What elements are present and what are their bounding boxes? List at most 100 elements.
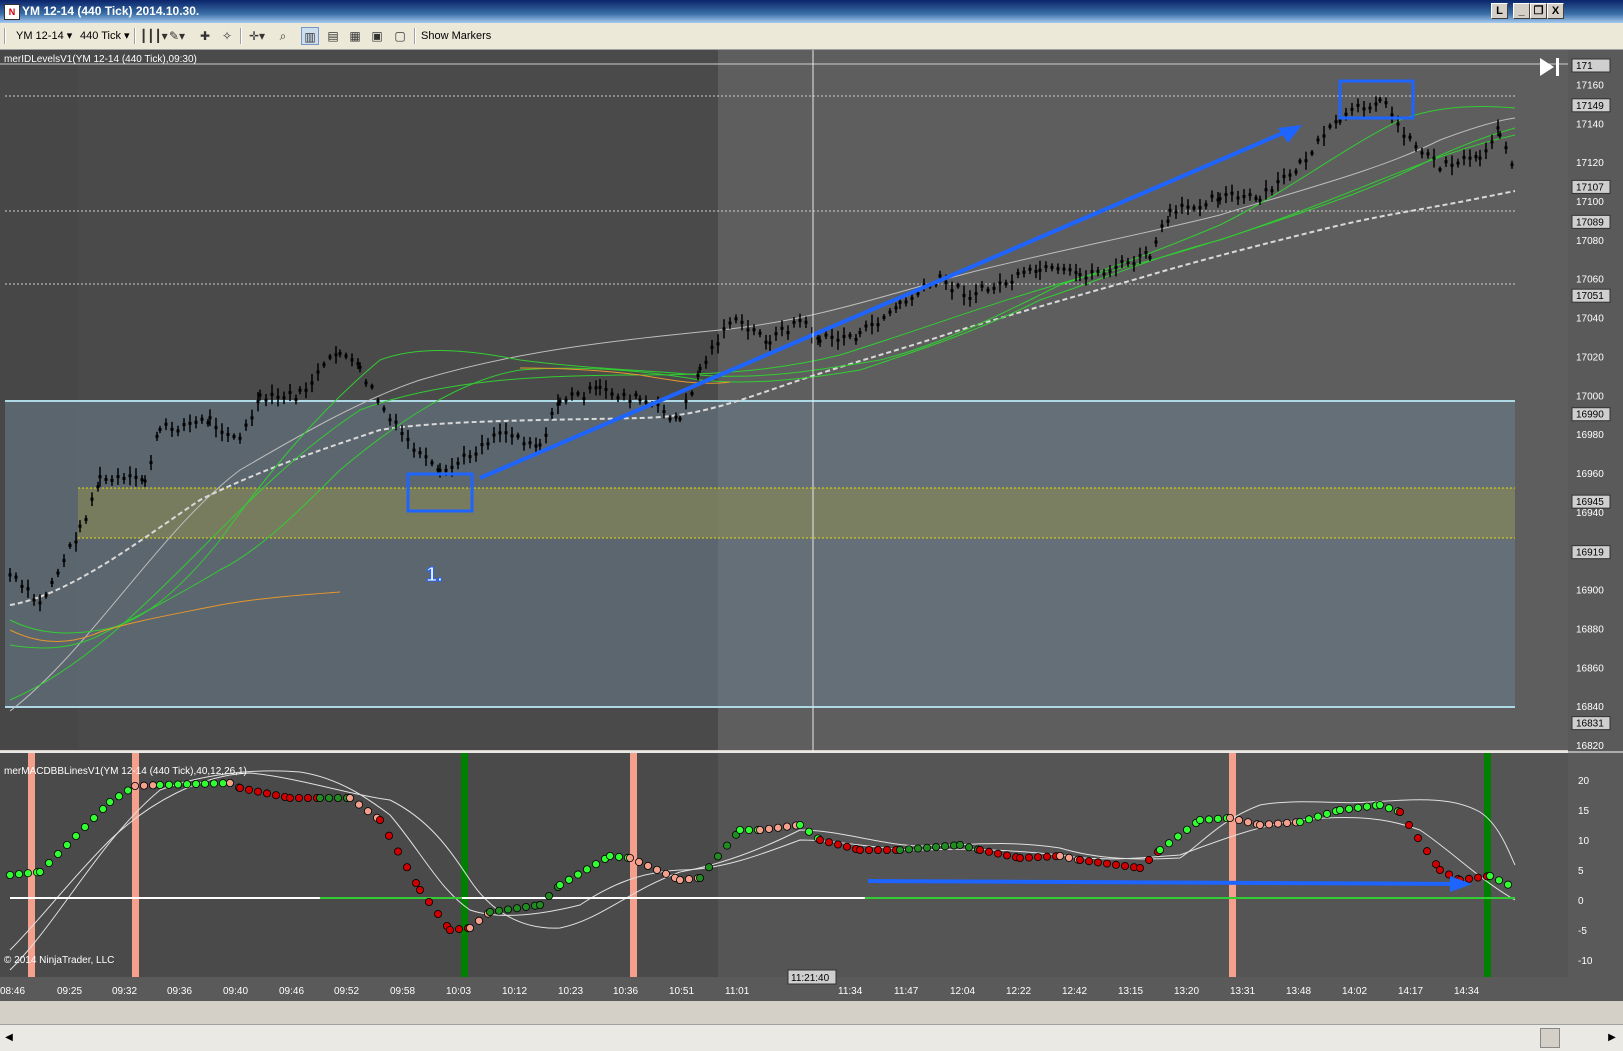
price-tick-label: 17060 (1576, 275, 1604, 286)
window-titlebar: N YM 12-14 (440 Tick) 2014.10.30. L _ ❐ … (0, 0, 1623, 23)
level-badge: 17149 (1571, 98, 1611, 113)
instrument-selector[interactable]: YM 12-14 ▾ (13, 27, 75, 45)
price-tick-label: 16860 (1576, 663, 1604, 674)
time-label: 12:22 (1006, 986, 1031, 997)
svg-text:171: 171 (1576, 61, 1593, 72)
price-tick-label: 17040 (1576, 314, 1604, 325)
scroll-right-icon[interactable]: ▶ (1605, 1029, 1619, 1047)
chart-toolbar: YM 12-14 ▾ 440 Tick ▾ ┃┃┃▾ ✎▾ ✚ ✧ ✛▾ ⌕ ▥… (0, 23, 1623, 50)
macd-tick-label: 20 (1578, 776, 1590, 787)
level-badge: 16919 (1571, 545, 1611, 560)
time-label: 09:46 (279, 986, 304, 997)
svg-text:16945: 16945 (1576, 497, 1604, 508)
crosshair-icon[interactable]: ✛▾ (248, 27, 266, 45)
time-label: 09:32 (112, 986, 137, 997)
scroll-left-icon[interactable]: ◀ (2, 1029, 16, 1047)
price-tick-label: 17000 (1576, 391, 1604, 402)
time-label: 09:58 (390, 986, 415, 997)
interval-label: 440 Tick (80, 30, 121, 42)
price-indicator-label: merIDLevelsV1(YM 12-14 (440 Tick),09:30) (4, 54, 197, 65)
price-tick-label: 16840 (1576, 702, 1604, 713)
interval-selector[interactable]: 440 Tick ▾ (77, 27, 133, 45)
time-label: 14:02 (1342, 986, 1367, 997)
copyright-text: © 2014 NinjaTrader, LLC (4, 955, 114, 966)
link-button[interactable]: L (1491, 3, 1508, 19)
time-label: 10:23 (558, 986, 583, 997)
strategies-icon[interactable]: ▦ (346, 27, 364, 45)
price-tick-label: 17020 (1576, 352, 1604, 363)
level-badge: 16990 (1571, 407, 1611, 422)
window-title: YM 12-14 (440 Tick) 2014.10.30. (22, 4, 200, 18)
level-badge: 17107 (1571, 179, 1611, 194)
price-tick-label: 16900 (1576, 586, 1604, 597)
svg-text:17107: 17107 (1576, 182, 1604, 193)
time-label: 13:20 (1174, 986, 1199, 997)
time-label: 14:17 (1398, 986, 1423, 997)
drawing-tool-icon[interactable]: ✎▾ (168, 27, 186, 45)
svg-text:11:21:40: 11:21:40 (791, 973, 830, 984)
macd-tick-label: -5 (1578, 926, 1587, 937)
range-band (5, 401, 1515, 707)
price-tick-label: 17160 (1576, 80, 1604, 91)
top-price-badge: 171 (1571, 58, 1611, 73)
cursor-time-badge: 11:21:40 (787, 969, 837, 985)
macd-tick-label: 0 (1578, 896, 1584, 907)
time-label: 09:36 (167, 986, 192, 997)
bar-type-icon[interactable]: ┃┃┃▾ (140, 27, 168, 45)
svg-text:17089: 17089 (1576, 217, 1604, 228)
price-tick-label: 16820 (1576, 741, 1604, 752)
time-label: 09:25 (57, 986, 82, 997)
price-tick-label: 17140 (1576, 119, 1604, 130)
time-label: 10:36 (613, 986, 638, 997)
time-label: 13:15 (1118, 986, 1143, 997)
time-label: 14:34 (1454, 986, 1479, 997)
indicators-icon[interactable]: ▤ (324, 27, 342, 45)
properties-icon[interactable]: ▢ (391, 27, 409, 45)
time-label: 13:31 (1230, 986, 1255, 997)
close-button[interactable]: X (1547, 3, 1564, 19)
macd-tick-label: 5 (1578, 866, 1584, 877)
macd-indicator-label: merMACDBBLinesV1(YM 12-14 (440 Tick),40,… (4, 766, 247, 777)
time-label: 10:12 (502, 986, 527, 997)
price-tick-label: 17120 (1576, 158, 1604, 169)
macd-tick-label: 10 (1578, 836, 1590, 847)
data-box-icon[interactable]: ▣ (368, 27, 386, 45)
zoom-icon[interactable]: ⌕ (274, 27, 292, 45)
price-tick-label: 16980 (1576, 430, 1604, 441)
annotation-label: 1. (426, 564, 443, 586)
level-badge: 16831 (1571, 716, 1611, 731)
show-markers-button[interactable]: Show Markers (418, 27, 494, 45)
time-label: 09:40 (223, 986, 248, 997)
price-tick-label: 16960 (1576, 469, 1604, 480)
chart-trader-icon[interactable]: ▥ (301, 27, 319, 45)
macd-tick-label: -10 (1578, 956, 1593, 967)
level-badge: 17089 (1571, 214, 1611, 229)
time-label: 09:52 (334, 986, 359, 997)
time-label: 11:47 (894, 986, 919, 997)
svg-text:17051: 17051 (1576, 291, 1604, 302)
price-tick-label: 17080 (1576, 236, 1604, 247)
restore-button[interactable]: ❐ (1530, 3, 1547, 19)
time-label: 11:01 (725, 986, 750, 997)
instrument-label: YM 12-14 (16, 30, 64, 42)
svg-text:17149: 17149 (1576, 101, 1604, 112)
minimize-button[interactable]: _ (1513, 3, 1530, 19)
scroll-thumb[interactable] (1540, 1028, 1560, 1048)
time-label: 10:51 (669, 986, 694, 997)
level-badge: 17051 (1571, 288, 1611, 303)
time-label: 13:48 (1286, 986, 1311, 997)
price-tick-label: 17100 (1576, 197, 1604, 208)
chart-area[interactable]: 1. merIDLevelsV1(YM 12-14 (440 Tick),09:… (0, 50, 1623, 1024)
value-zone (78, 488, 1515, 538)
add-indicator-icon[interactable]: ✚ (196, 27, 214, 45)
macd-tick-label: 15 (1578, 806, 1590, 817)
svg-text:16990: 16990 (1576, 410, 1604, 421)
price-tick-label: 16880 (1576, 624, 1604, 635)
time-label: 12:42 (1062, 986, 1087, 997)
svg-text:16831: 16831 (1576, 719, 1604, 730)
svg-text:16919: 16919 (1576, 548, 1604, 559)
remove-indicator-icon[interactable]: ✧ (218, 27, 236, 45)
horizontal-scrollbar[interactable]: ◀ ▶ (0, 1024, 1623, 1051)
time-label: 08:46 (0, 986, 25, 997)
app-icon: N (4, 4, 20, 20)
